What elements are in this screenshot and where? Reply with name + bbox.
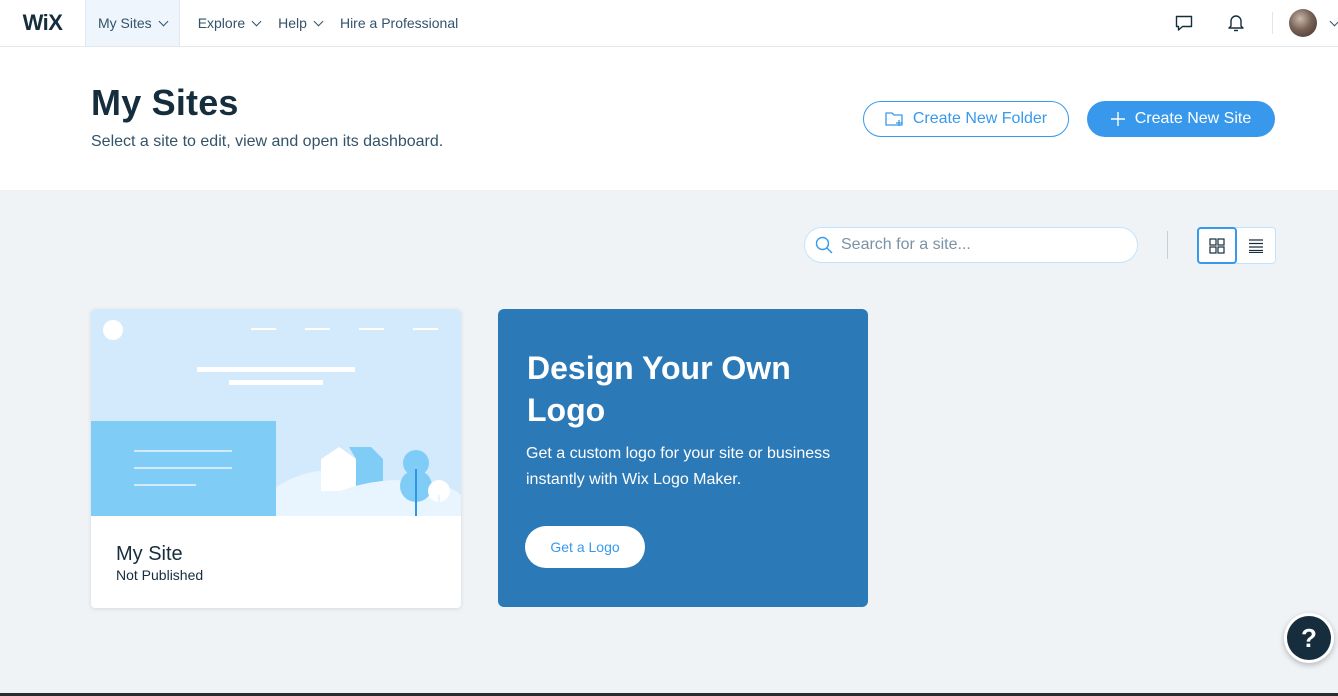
grid-icon: [1209, 237, 1225, 254]
get-a-logo-button[interactable]: Get a Logo: [525, 526, 645, 568]
top-right-actions: [1170, 0, 1338, 46]
search-field[interactable]: [804, 227, 1138, 263]
create-new-site-button[interactable]: Create New Site: [1087, 101, 1275, 137]
nav-my-sites[interactable]: My Sites: [85, 0, 180, 46]
search-input[interactable]: [841, 236, 1121, 254]
promo-title: Design Your Own Logo: [527, 350, 791, 428]
nav-hire-professional[interactable]: Hire a Professional: [331, 0, 467, 46]
avatar[interactable]: [1289, 9, 1317, 37]
help-button[interactable]: ?: [1284, 613, 1334, 663]
question-mark-icon: ?: [1287, 616, 1331, 660]
toolbar-divider: [1167, 231, 1168, 259]
page-title: My Sites: [91, 82, 239, 123]
site-name: My Site: [116, 543, 183, 565]
nav-explore-label: Explore: [197, 15, 246, 31]
wix-logo[interactable]: WiX: [0, 0, 85, 46]
site-card[interactable]: My Site Not Published: [91, 309, 461, 608]
create-new-folder-button[interactable]: Create New Folder: [863, 101, 1069, 137]
create-new-site-label: Create New Site: [1134, 110, 1252, 127]
view-toggle: [1197, 227, 1276, 264]
grid-view-button[interactable]: [1197, 227, 1237, 264]
nav-help[interactable]: Help: [269, 0, 331, 46]
page-header: My Sites Select a site to edit, view and…: [0, 47, 1338, 190]
top-bar: WiX My Sites Explore Help Hire a Profess…: [0, 0, 1338, 47]
logo-maker-promo-card: Design Your Own Logo Get a custom logo f…: [498, 309, 868, 607]
list-icon: [1248, 238, 1263, 253]
nav-hire-professional-label: Hire a Professional: [339, 15, 459, 31]
chat-icon[interactable]: [1170, 9, 1198, 37]
divider: [1272, 12, 1273, 34]
search-icon: [815, 236, 833, 254]
bell-icon[interactable]: [1222, 9, 1250, 37]
create-new-folder-label: Create New Folder: [912, 110, 1048, 127]
nav-help-label: Help: [278, 15, 307, 31]
plus-icon: [1110, 112, 1125, 126]
site-thumbnail: [91, 309, 461, 516]
chevron-down-icon[interactable]: [1329, 16, 1338, 26]
promo-text: Get a custom logo for your site or busin…: [526, 445, 831, 488]
chevron-down-icon: [251, 16, 262, 26]
site-status: Not Published: [116, 567, 204, 583]
folder-plus-icon: [885, 112, 903, 126]
chevron-down-icon: [313, 16, 324, 26]
page-subtitle: Select a site to edit, view and open its…: [91, 133, 444, 150]
nav-explore[interactable]: Explore: [189, 0, 269, 46]
nav-my-sites-label: My Sites: [98, 15, 152, 31]
chevron-down-icon: [158, 16, 169, 26]
list-view-button[interactable]: [1236, 228, 1275, 263]
